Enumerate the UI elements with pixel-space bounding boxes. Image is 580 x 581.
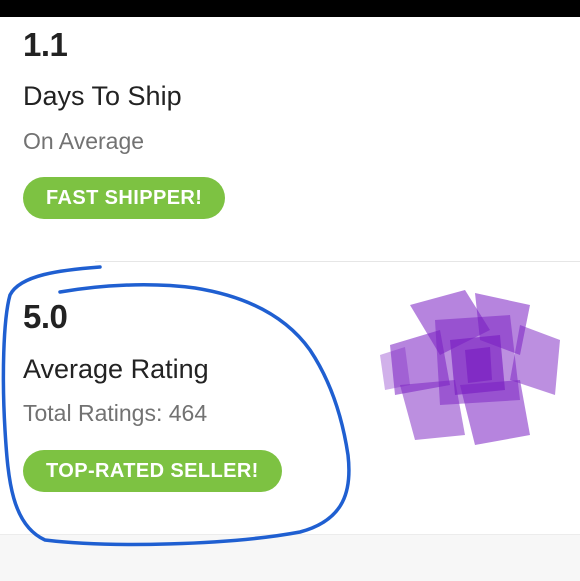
days-to-ship-value: 1.1 (23, 26, 68, 63)
average-rating-title: Average Rating (23, 354, 209, 384)
average-rating-value: 5.0 (23, 298, 68, 335)
top-rated-seller-badge: TOP-RATED SELLER! (23, 450, 282, 492)
top-edge-bar (0, 0, 580, 17)
section-divider (95, 261, 580, 262)
days-to-ship-title: Days To Ship (23, 81, 182, 111)
total-ratings-text: Total Ratings: 464 (23, 400, 208, 426)
purple-scribble-blob (380, 290, 560, 445)
fast-shipper-badge: FAST SHIPPER! (23, 177, 226, 219)
bottom-band (0, 534, 580, 581)
days-to-ship-subtitle: On Average (23, 128, 145, 154)
